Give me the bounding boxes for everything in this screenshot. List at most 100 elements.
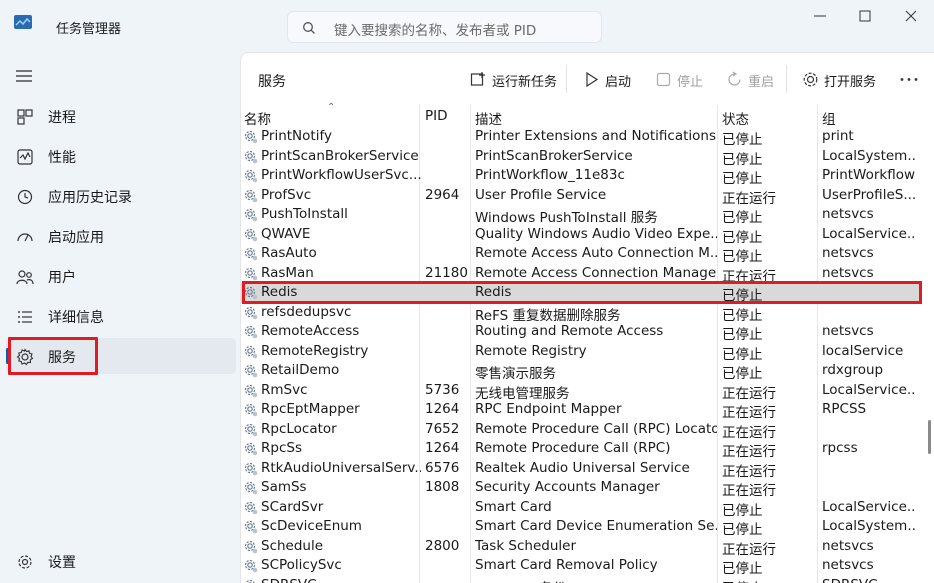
search-box[interactable]: 键入要搜索的名称、发布者或 PID [287,11,602,43]
table-row[interactable]: PrintScanBrokerService PrintScanBrokerSer… [241,147,919,168]
table-row[interactable]: ProfSvc 2964 User Profile Service 正在运行 UserP… [241,186,919,207]
table-row[interactable]: refsdedupsvc ReFS 重复数据删除服务 已停止 [241,303,919,324]
cell-status: 已停止 [722,366,763,382]
close-button[interactable] [900,5,922,27]
more-options-button[interactable] [899,65,923,95]
cell-name: refsdedupsvc [261,303,352,320]
cell-name: ScDeviceEnum [261,518,362,534]
table-row[interactable]: PushToInstall Windows PushToInstall 服务 已停止… [241,205,919,226]
cell-description: PrintWorkflow_11e83c [475,167,625,183]
cell-name: RpcSs [261,440,302,456]
cell-group: netsvcs [822,557,874,573]
cell-description: PrintScanBrokerService [475,147,633,164]
cell-pid: 2800 [425,537,460,554]
table-row[interactable]: ScDeviceEnum Smart Card Device Enumeratio… [241,517,919,538]
cell-status: 已停止 [722,577,812,583]
cell-description: Routing and Remote Access [475,323,664,339]
cell-status: 已停止 [722,307,763,324]
cell-group: netsvcs [822,323,874,339]
settings-gear-icon [16,553,34,571]
cell-name: ProfSvc [261,186,312,203]
sidebar-item-label: 用户 [48,270,76,286]
sidebar-item-label: 设置 [48,555,76,571]
sort-ascending-icon: ⌃ [327,102,336,113]
column-header-group[interactable]: 组 [822,108,836,128]
service-gear-icon [244,364,258,378]
start-label: 启动 [605,75,632,90]
cell-pid: 2964 [425,186,460,203]
table-row[interactable]: RpcLocator 7652 Remote Procedure Call (RPC… [241,420,919,441]
cell-description: User Profile Service [475,186,607,203]
cell-group: LocalService... [822,498,916,515]
cell-name: RmSvc [261,381,308,398]
table-row[interactable]: RpcEptMapper 1264 RPC Endpoint Mapper 正在运行 R… [241,400,919,421]
services-gear-icon [16,348,34,366]
table-row[interactable]: RemoteRegistry Remote Registry 已停止 localSer… [241,342,919,363]
sidebar-item-services[interactable]: 服务 [6,338,236,374]
open-services-label: 打开服务 [824,75,877,90]
cell-description: Smart Card [475,498,552,515]
sidebar-item-details[interactable]: 详细信息 [6,298,236,334]
cell-name: PrintScanBrokerService [261,147,419,164]
cell-status: 已停止 [722,327,763,343]
sidebar-item-label: 性能 [48,150,76,166]
search-icon [302,20,316,34]
cell-description: Remote Access Connection Manager [475,264,717,281]
table-row[interactable]: SCardSvr Smart Card 已停止 LocalService... [241,498,919,519]
cell-name: RpcEptMapper [261,401,360,417]
table-row[interactable]: RmSvc 5736 无线电管理服务 正在运行 LocalService... [241,381,919,402]
table-row[interactable]: SDRSVC Windows 备份已停止 SDRSVC [241,576,919,583]
cell-status: 已停止 [722,210,763,226]
sidebar-item-startup-apps[interactable]: 启动应用 [6,218,236,254]
cell-status: 正在运行 [722,268,776,285]
table-row[interactable]: PrintWorkflowUserSvc... PrintWorkflow_11e… [241,166,919,187]
column-header-name[interactable]: 名称 [244,108,271,128]
sidebar-item-performance[interactable]: 性能 [6,138,236,174]
scrollbar-thumb[interactable] [928,420,931,454]
cell-description: Remote Access Auto Connection M... [475,245,717,261]
cell-name: RtkAudioUniversalServ... [261,459,421,476]
column-header-status[interactable]: 状态 [722,108,749,128]
table-row[interactable]: Redis Redis 已停止 [241,283,919,304]
table-row[interactable]: RasMan 21180 Remote Access Connection Mana… [241,264,919,285]
table-row[interactable]: RetailDemo 零售演示服务 已停止 rdxgroup [241,361,919,382]
sidebar-item-settings[interactable]: 设置 [6,543,236,579]
sidebar-item-processes[interactable]: 进程 [6,98,236,134]
column-header-description[interactable]: 描述 [475,108,502,128]
table-row[interactable]: RemoteAccess Routing and Remote Access 已停止… [241,322,919,343]
service-gear-icon [244,247,258,261]
cell-group: UserProfileS... [822,186,916,203]
table-row[interactable]: SamSs 1808 Security Accounts Manager 正在运行 [241,478,919,499]
service-gear-icon [244,228,258,242]
cell-status: 正在运行 [722,463,776,480]
processes-icon [16,108,34,126]
minimize-button[interactable] [809,5,831,27]
menu-icon[interactable] [14,68,34,84]
cell-status: 正在运行 [722,190,776,207]
cell-description: 零售演示服务 [475,366,556,382]
cell-status: 已停止 [722,561,763,577]
table-row[interactable]: RasAuto Remote Access Auto Connection M..… [241,244,919,265]
service-gear-icon [244,540,258,554]
table-row[interactable]: Schedule 2800 Task Scheduler 正在运行 netsvcs [241,537,919,558]
table-row[interactable]: RtkAudioUniversalServ... 6576 Realtek Audi… [241,459,919,480]
service-gear-icon [244,286,258,300]
cell-group: rpcss [822,440,858,456]
table-row[interactable]: QWAVE Quality Windows Audio Video Expe...… [241,225,919,246]
sidebar-item-label: 详细信息 [48,310,104,326]
cell-pid: 6576 [425,459,460,476]
sidebar-item-app-history[interactable]: 应用历史记录 [6,178,236,214]
table-row[interactable]: RpcSs 1264 Remote Procedure Call (RPC) 正在运行… [241,439,919,460]
cell-description: Quality Windows Audio Video Expe... [475,225,717,242]
cell-status: 已停止 [722,151,763,168]
table-row[interactable]: PrintNotify Printer Extensions and Notifi… [241,127,919,148]
maximize-button[interactable] [854,5,876,27]
table-row[interactable]: SCPolicySvc Smart Card Removal Policy 已停止 n… [241,556,919,577]
search-input[interactable]: 键入要搜索的名称、发布者或 PID [334,19,536,39]
cell-status: 正在运行 [722,405,776,421]
vertical-scrollbar[interactable] [925,105,933,583]
cell-name: RemoteAccess [261,323,360,339]
sidebar-item-users[interactable]: 用户 [6,258,236,294]
column-header-pid[interactable]: PID [425,108,448,124]
cell-description: Realtek Audio Universal Service [475,459,690,476]
